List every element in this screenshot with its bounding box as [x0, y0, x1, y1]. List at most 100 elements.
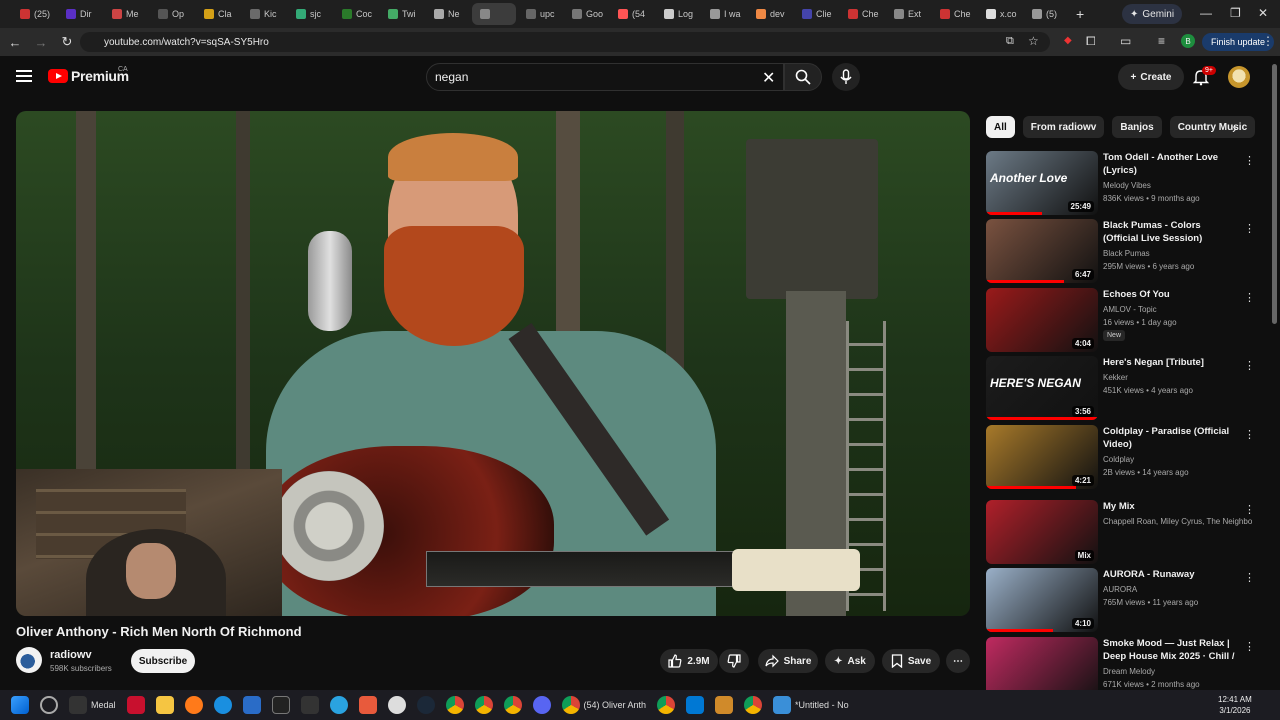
more-options-icon[interactable]: ⋮	[1244, 571, 1255, 584]
chrome-icon[interactable]	[744, 696, 763, 714]
browser-tab[interactable]: Che	[932, 3, 976, 25]
create-button[interactable]: + Create	[1118, 64, 1184, 90]
recommended-video[interactable]: 4:04 Echoes Of You AMLOV - Topic 16 views •…	[986, 288, 1256, 352]
minimize-icon[interactable]: —	[1200, 6, 1212, 20]
steam-icon[interactable]	[416, 696, 435, 714]
powershell-icon[interactable]	[242, 696, 261, 714]
ask-button[interactable]: ✦ Ask	[825, 649, 875, 673]
recommended-video-title[interactable]: Smoke Mood — Just Relax | Deep House Mix…	[1103, 637, 1238, 663]
app-icon[interactable]	[358, 696, 377, 714]
hamburger-menu-icon[interactable]	[16, 70, 32, 82]
search-button[interactable]	[784, 63, 822, 91]
account-avatar[interactable]	[1228, 66, 1250, 88]
recommended-channel-name[interactable]: AURORA	[1103, 583, 1253, 596]
system-clock[interactable]: 12:41 AM 3/1/2026	[1218, 694, 1252, 716]
chrome-icon[interactable]	[503, 696, 522, 714]
more-options-icon[interactable]: ⋮	[1244, 428, 1255, 441]
puzzle-icon[interactable]: ⧠	[1086, 34, 1096, 49]
app-icon[interactable]	[715, 696, 734, 714]
save-button[interactable]: Save	[882, 649, 940, 673]
notepad-window-label[interactable]: *Untitled - No	[795, 700, 849, 710]
video-player[interactable]	[16, 111, 970, 616]
voice-search-button[interactable]	[832, 63, 860, 91]
search-taskbar-icon[interactable]	[40, 696, 58, 714]
browser-tab[interactable]: Log	[656, 3, 700, 25]
file-explorer-icon[interactable]	[155, 696, 174, 714]
bookmark-star-icon[interactable]: ☆	[1028, 34, 1039, 48]
browser-tab[interactable]: Dir	[58, 3, 102, 25]
browser-tab[interactable]: Clie	[794, 3, 838, 25]
recommended-video-title[interactable]: My Mix	[1103, 500, 1238, 513]
maximize-icon[interactable]: ❐	[1230, 6, 1241, 20]
browser-tab[interactable]: Op	[150, 3, 194, 25]
channel-name[interactable]: radiowv	[50, 649, 92, 661]
chrome-active-icon[interactable]	[561, 696, 580, 714]
page-scrollbar[interactable]	[1272, 64, 1277, 324]
youtube-premium-logo[interactable]: Premium CA	[48, 66, 129, 84]
video-thumbnail[interactable]: 4:21	[986, 425, 1098, 489]
recommended-video-title[interactable]: Here's Negan [Tribute]	[1103, 356, 1238, 369]
recommended-video[interactable]: 4:10 AURORA - Runaway AURORA 765M views • 1…	[986, 568, 1256, 632]
dislike-button[interactable]	[719, 649, 749, 673]
browser-tab[interactable]: x.co	[978, 3, 1022, 25]
discord-icon[interactable]	[532, 696, 551, 714]
subscribe-button[interactable]: Subscribe	[131, 649, 195, 673]
clear-search-icon[interactable]: ✕	[762, 68, 775, 88]
recommended-video[interactable]: Mix My Mix Chappell Roan, Miley Cyrus, The…	[986, 500, 1256, 564]
address-bar[interactable]: youtube.com/watch?v=sqSA-SY5Hro	[80, 32, 1050, 52]
browser-tab[interactable]: Goo	[564, 3, 608, 25]
profile-avatar[interactable]: B	[1181, 34, 1195, 48]
recommended-video[interactable]: 4:21 Coldplay - Paradise (Official Video)…	[986, 425, 1256, 489]
medal-icon[interactable]	[69, 696, 87, 714]
browser-tab[interactable]	[472, 3, 516, 25]
recommended-video-title[interactable]: Black Pumas - Colors (Official Live Sess…	[1103, 219, 1238, 245]
notepad-icon[interactable]	[773, 696, 792, 714]
more-options-icon[interactable]: ⋮	[1244, 359, 1255, 372]
adobe-icon[interactable]	[126, 696, 145, 714]
browser-tab[interactable]: Twi	[380, 3, 424, 25]
channel-avatar[interactable]	[16, 647, 42, 673]
recommended-video-title[interactable]: Tom Odell - Another Love (Lyrics)	[1103, 151, 1238, 177]
more-options-icon[interactable]: ⋮	[1244, 291, 1255, 304]
browser-tab[interactable]: upc	[518, 3, 562, 25]
new-tab-icon[interactable]: +	[1076, 6, 1084, 22]
browser-tab[interactable]: Cla	[196, 3, 240, 25]
more-options-icon[interactable]: ⋮	[1244, 222, 1255, 235]
browser-tab[interactable]: sjc	[288, 3, 332, 25]
menu-dots-icon[interactable]: ⋮	[1262, 34, 1274, 48]
recommended-channel-name[interactable]: Coldplay	[1103, 453, 1253, 466]
more-options-icon[interactable]: ⋮	[1244, 640, 1255, 653]
browser-tab[interactable]: I wa	[702, 3, 746, 25]
recommended-video-title[interactable]: AURORA - Runaway	[1103, 568, 1238, 581]
gemini-button[interactable]: ✦ Gemini	[1122, 4, 1183, 24]
video-thumbnail[interactable]: Mix	[986, 500, 1098, 564]
recommended-channel-name[interactable]: AMLOV - Topic	[1103, 303, 1253, 316]
recommended-video-title[interactable]: Echoes Of You	[1103, 288, 1238, 301]
recommended-channel-name[interactable]: Dream Melody	[1103, 665, 1253, 678]
more-actions-button[interactable]: ⋯	[946, 649, 970, 673]
browser-tab[interactable]: (25)	[12, 3, 56, 25]
video-thumbnail[interactable]: 4:04	[986, 288, 1098, 352]
browser-tab[interactable]: Coc	[334, 3, 378, 25]
cmd-icon[interactable]	[300, 696, 319, 714]
recommended-video[interactable]: 6:47 Black Pumas - Colors (Official Live …	[986, 219, 1256, 283]
browser-tab[interactable]: (5)	[1024, 3, 1068, 25]
video-thumbnail[interactable]: 6:47	[986, 219, 1098, 283]
chrome-icon[interactable]	[474, 696, 493, 714]
chrome-window-label[interactable]: (54) Oliver Anth	[584, 700, 647, 710]
windows-start-icon[interactable]	[11, 696, 29, 714]
filter-chip[interactable]: Banjos	[1112, 116, 1162, 138]
recommended-channel-name[interactable]: Melody Vibes	[1103, 179, 1253, 192]
browser-tab[interactable]: Che	[840, 3, 884, 25]
recommended-video[interactable]: HERE'S NEGAN 3:56 Here's Negan [Tribute] Ke…	[986, 356, 1256, 420]
firefox-icon[interactable]	[184, 696, 203, 714]
video-thumbnail[interactable]: HERE'S NEGAN 3:56	[986, 356, 1098, 420]
cast-icon[interactable]: ⧉	[1006, 35, 1014, 48]
browser-tab[interactable]: dev	[748, 3, 792, 25]
telegram-icon[interactable]	[329, 696, 348, 714]
extension-icon[interactable]: ◆	[1064, 35, 1072, 46]
recommended-channel-name[interactable]: Black Pumas	[1103, 247, 1253, 260]
chrome-icon[interactable]	[657, 696, 676, 714]
back-icon[interactable]: ←	[4, 31, 26, 53]
search-input[interactable]: negan	[426, 63, 784, 91]
